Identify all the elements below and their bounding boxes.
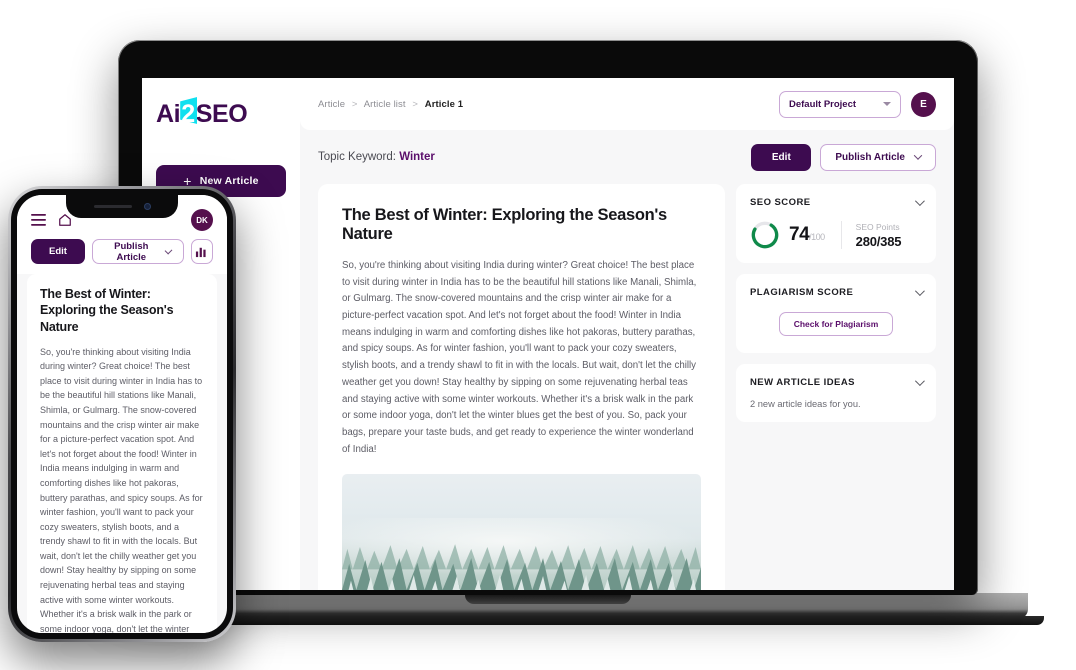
app-content: Article > Article list > Article 1 Defau… (300, 78, 954, 590)
breadcrumb-separator: > (412, 98, 418, 110)
topbar-right-group: Default Project E (779, 90, 936, 118)
chevron-down-icon (913, 151, 923, 160)
side-panels: SEO SCORE 74/100 SEO Points 280/385 PLAG… (736, 184, 936, 590)
publish-article-label: Publish Article (835, 151, 905, 163)
avatar[interactable]: E (911, 91, 936, 117)
camera-icon (143, 203, 151, 210)
seo-points-label: SEO Points (855, 221, 900, 232)
breadcrumb-item-article-list[interactable]: Article list (364, 99, 406, 110)
breadcrumb-item-current: Article 1 (424, 98, 464, 110)
chevron-down-icon (164, 246, 172, 254)
breadcrumb-separator: > (351, 98, 358, 110)
article-body: So, you're thinking about visiting India… (342, 260, 697, 455)
seo-points-group: SEO Points 280/385 (856, 222, 902, 249)
seo-score-max: /100 (809, 232, 825, 242)
seo-score-title: SEO SCORE (750, 197, 811, 208)
phone-actionbar: Edit Publish Article (17, 235, 227, 274)
app-topbar: Article > Article list > Article 1 Defau… (300, 78, 954, 130)
plagiarism-title: PLAGIARISM SCORE (750, 287, 854, 298)
chevron-down-icon (883, 102, 891, 106)
ideas-text: 2 new article ideas for you. (750, 399, 861, 409)
divider (840, 221, 842, 249)
laptop-screen: Ai 2SEO + New Article Article > Article … (142, 78, 954, 590)
plagiarism-score-panel: PLAGIARISM SCORE Check for Plagiarism (736, 274, 936, 353)
app-body: The Best of Winter: Exploring the Season… (300, 184, 954, 590)
logo-prefix: Ai (156, 100, 181, 128)
seo-score-row: 74/100 SEO Points 280/385 (750, 220, 922, 250)
logo-mark-icon: 2 (180, 97, 198, 129)
topic-keyword-label: Topic Keyword: (318, 151, 396, 163)
phone-device: DK Edit Publish Article The Best of Wint… (8, 186, 236, 642)
ideas-header: NEW ARTICLE IDEAS (750, 376, 925, 388)
logo-suffix: SEO (195, 100, 248, 128)
app-window: Ai 2SEO + New Article Article > Article … (142, 78, 954, 590)
breadcrumb-item-article[interactable]: Article (318, 99, 345, 110)
hamburger-menu-icon[interactable] (31, 214, 46, 226)
topic-keyword: Topic Keyword: Winter (318, 151, 435, 163)
logo-mark-char: 2 (181, 100, 195, 128)
chevron-down-icon[interactable] (914, 376, 925, 387)
forest-illustration-icon (342, 544, 701, 590)
phone-article-card: The Best of Winter: Exploring the Season… (27, 274, 217, 633)
app-logo: Ai 2SEO (156, 97, 248, 129)
ideas-title: NEW ARTICLE IDEAS (750, 377, 855, 388)
phone-notch (66, 195, 178, 218)
avatar-initials: E (920, 98, 927, 110)
phone-publish-label: Publish Article (114, 240, 149, 263)
seo-score-value: 74/100 (789, 224, 825, 246)
article-actions: Edit Publish Article (751, 143, 936, 171)
publish-article-button[interactable]: Publish Article (820, 143, 936, 171)
article-hero-image (342, 474, 701, 590)
hero-forest (342, 532, 701, 590)
laptop-lid: Ai 2SEO + New Article Article > Article … (118, 40, 978, 595)
topic-keyword-value: Winter (399, 151, 435, 163)
new-article-ideas-panel: NEW ARTICLE IDEAS 2 new article ideas fo… (736, 364, 936, 422)
phone-article-body: So, you're thinking about visiting India… (40, 346, 203, 633)
article-title: The Best of Winter: Exploring the Season… (342, 206, 667, 243)
seo-score-number: 74 (789, 224, 810, 245)
phone-avatar[interactable]: DK (191, 209, 213, 231)
speaker-icon (93, 205, 132, 208)
phone-app: DK Edit Publish Article The Best of Wint… (17, 195, 227, 633)
chevron-down-icon[interactable] (914, 286, 925, 297)
check-plagiarism-button[interactable]: Check for Plagiarism (778, 312, 894, 336)
phone-article-title: The Best of Winter: Exploring the Season… (40, 287, 174, 334)
phone-stats-button[interactable] (190, 239, 213, 264)
phone-topbar-left (31, 213, 72, 227)
phone-edit-button[interactable]: Edit (31, 239, 85, 264)
chevron-down-icon[interactable] (914, 196, 925, 207)
home-icon[interactable] (58, 213, 72, 227)
seo-points-value: 280/385 (855, 233, 902, 249)
score-ring-icon (751, 221, 779, 249)
laptop-device: Ai 2SEO + New Article Article > Article … (52, 40, 1044, 625)
phone-avatar-initials: DK (196, 215, 208, 225)
plagiarism-header: PLAGIARISM SCORE (750, 286, 925, 298)
phone-screen: DK Edit Publish Article The Best of Wint… (17, 195, 227, 633)
article-card: The Best of Winter: Exploring the Season… (318, 184, 725, 590)
bar-chart-icon (196, 247, 206, 258)
project-select[interactable]: Default Project (779, 90, 901, 118)
breadcrumb: Article > Article list > Article 1 (318, 99, 463, 110)
device-mockup-scene: Ai 2SEO + New Article Article > Article … (0, 0, 1076, 670)
app-actionbar: Topic Keyword: Winter Edit Publish Artic… (300, 130, 954, 184)
seo-score-header: SEO SCORE (750, 196, 925, 208)
seo-score-panel: SEO SCORE 74/100 SEO Points 280/385 (736, 184, 936, 263)
phone-publish-article-button[interactable]: Publish Article (91, 239, 184, 264)
project-select-value: Default Project (789, 98, 857, 110)
edit-button[interactable]: Edit (751, 143, 812, 171)
